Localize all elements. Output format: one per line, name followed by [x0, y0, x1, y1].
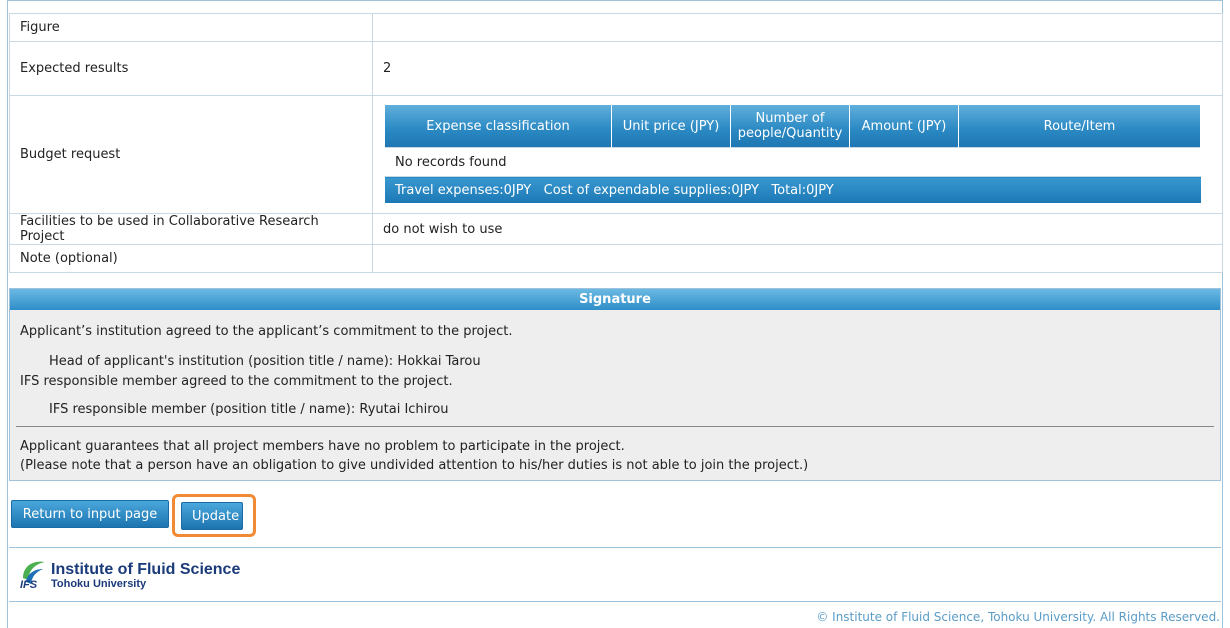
- budget-cell: Expense classification Unit price (JPY) …: [372, 95, 1223, 214]
- col-quantity: Number of people/Quantity: [730, 105, 850, 148]
- head-of-institution-line: Head of applicant's institution (positio…: [49, 354, 481, 369]
- col-amount: Amount (JPY): [849, 105, 959, 148]
- ifs-logo-icon: IFS: [20, 561, 45, 591]
- figure-label: Figure: [9, 13, 373, 42]
- budget-empty-row: No records found: [385, 147, 1201, 177]
- figure-row: Figure: [9, 13, 1223, 42]
- head-of-institution-label: Head of applicant's institution (positio…: [49, 354, 394, 369]
- footer-divider-bottom: [9, 601, 1221, 602]
- note-row: Note (optional): [9, 244, 1223, 273]
- ifs-logo-mark: IFS: [20, 579, 38, 590]
- budget-label: Budget request: [9, 95, 373, 214]
- copyright-text: © Institute of Fluid Science, Tohoku Uni…: [816, 610, 1220, 624]
- signature-panel: Signature Applicant’s institution agreed…: [9, 288, 1221, 481]
- budget-row: Budget request Expense classification Un…: [9, 95, 1223, 214]
- ifs-member-name: Ryutai Ichirou: [359, 402, 449, 417]
- facilities-value: do not wish to use: [372, 213, 1223, 245]
- budget-table: Expense classification Unit price (JPY) …: [385, 105, 1201, 203]
- institution-agreement-text: Applicant’s institution agreed to the ap…: [20, 324, 513, 339]
- logo-title: Institute of Fluid Science: [51, 561, 241, 578]
- update-button[interactable]: Update: [181, 502, 243, 530]
- signature-divider: [16, 426, 1214, 427]
- obligation-note-text: (Please note that a person have an oblig…: [20, 458, 809, 473]
- head-of-institution-name: Hokkai Tarou: [397, 354, 481, 369]
- update-button-highlight: Update: [172, 494, 256, 537]
- return-to-input-button[interactable]: Return to input page: [11, 500, 169, 528]
- facilities-label: Facilities to be used in Collaborative R…: [9, 213, 373, 245]
- note-label: Note (optional): [9, 244, 373, 273]
- budget-total-row: Travel expenses:0JPY Cost of expendable …: [385, 176, 1201, 203]
- figure-value: [372, 13, 1223, 42]
- application-summary-table: Figure Expected results 2 Budget request…: [9, 13, 1223, 273]
- col-expense-classification: Expense classification: [385, 105, 612, 148]
- budget-totals: Travel expenses:0JPY Cost of expendable …: [385, 176, 1201, 203]
- note-value: [372, 244, 1223, 273]
- no-records-text: No records found: [385, 147, 1201, 177]
- col-route-item: Route/Item: [958, 105, 1201, 148]
- expected-results-value: 2: [372, 41, 1223, 96]
- ifs-agreement-text: IFS responsible member agreed to the com…: [20, 374, 453, 389]
- ifs-member-line: IFS responsible member (position title /…: [49, 402, 449, 417]
- guarantee-text: Applicant guarantees that all project me…: [20, 439, 625, 454]
- footer-divider-top: [9, 547, 1221, 548]
- ifs-member-label: IFS responsible member (position title /…: [49, 402, 356, 417]
- expected-results-row: Expected results 2: [9, 41, 1223, 96]
- budget-header-row: Expense classification Unit price (JPY) …: [385, 105, 1201, 148]
- signature-header: Signature: [10, 289, 1220, 310]
- logo-subtitle: Tohoku University: [51, 578, 147, 590]
- ifs-logo[interactable]: IFS Institute of Fluid Science Tohoku Un…: [19, 558, 259, 594]
- facilities-row: Facilities to be used in Collaborative R…: [9, 213, 1223, 245]
- col-unit-price: Unit price (JPY): [611, 105, 731, 148]
- expected-results-label: Expected results: [9, 41, 373, 96]
